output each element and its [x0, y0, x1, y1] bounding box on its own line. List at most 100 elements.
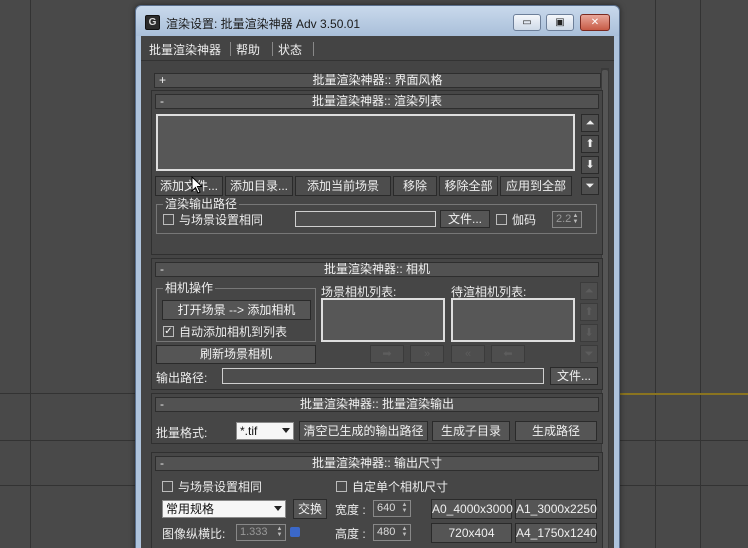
open-scene-add-camera-button[interactable]: 打开场景 --> 添加相机: [162, 300, 311, 320]
menu-status[interactable]: 状态: [278, 41, 302, 58]
render-list-panel: - 批量渲染神器:: 渲染列表 ⏶ ⬆ ⬇ ⏷ 添加文件... 添加目录... …: [151, 90, 603, 255]
move-down-icon[interactable]: ⬇: [580, 324, 598, 342]
same-as-scene-label: 与场景设置相同: [179, 213, 264, 227]
grid-line: [655, 0, 656, 548]
refresh-cameras-button[interactable]: 刷新场景相机: [156, 345, 316, 364]
dropdown-arrow-icon: [274, 506, 282, 511]
size-preset-select[interactable]: 常用规格: [162, 500, 286, 518]
move-bottom-icon[interactable]: ⏷: [580, 345, 598, 363]
gamma-value: 2.2: [556, 213, 572, 225]
custom-camera-size-checkbox[interactable]: [336, 481, 347, 492]
size-same-as-scene-label: 与场景设置相同: [178, 480, 263, 494]
width-spinner[interactable]: 640 ▲ ▼: [373, 500, 411, 517]
output-path-group: 渲染输出路径 与场景设置相同 文件... 伽码 2.2 ▲ ▼: [156, 197, 597, 234]
batch-format-value: *.tif: [240, 424, 258, 438]
menu-batch-renderer[interactable]: 批量渲染神器: [149, 41, 221, 58]
rollout-camera[interactable]: - 批量渲染神器:: 相机: [155, 262, 599, 277]
remove-all-button[interactable]: 移除全部: [439, 176, 498, 196]
height-label: 高度 :: [335, 527, 366, 541]
add-right-icon[interactable]: ➡: [370, 345, 404, 363]
rollout-title: 批量渲染神器:: 渲染列表: [311, 94, 442, 108]
preset-720x404-button[interactable]: 720x404: [431, 523, 512, 543]
window-title: 渲染设置: 批量渲染神器 Adv 3.50.01: [166, 17, 361, 31]
aspect-ratio-value: 1.333: [240, 526, 268, 538]
gamma-label: 伽码: [512, 213, 537, 227]
grid-line: [30, 0, 31, 548]
camera-panel: - 批量渲染神器:: 相机 相机操作 打开场景 --> 添加相机 ✓ 自动添加相…: [151, 258, 603, 390]
spinner-arrows-icon[interactable]: ▲ ▼: [571, 213, 580, 226]
camera-ops-group: 相机操作 打开场景 --> 添加相机 ✓ 自动添加相机到列表: [156, 281, 316, 342]
close-button[interactable]: ✕: [580, 14, 610, 31]
move-up-icon[interactable]: ⬆: [581, 135, 599, 153]
rollout-batch-output[interactable]: - 批量渲染神器:: 批量渲染输出: [155, 397, 599, 412]
height-spinner[interactable]: 480 ▲ ▼: [373, 524, 411, 541]
apply-all-button[interactable]: 应用到全部: [500, 176, 572, 196]
rollout-title: 批量渲染神器:: 输出尺寸: [311, 456, 442, 470]
render-camera-list[interactable]: [451, 298, 575, 342]
custom-camera-size-label: 自定单个相机尺寸: [352, 480, 449, 494]
batch-output-panel: - 批量渲染神器:: 批量渲染输出 批量格式: *.tif 清空已生成的输出路径…: [151, 393, 603, 444]
size-preset-value: 常用规格: [166, 502, 215, 516]
batch-format-select[interactable]: *.tif: [236, 422, 294, 440]
remove-all-left-icon[interactable]: «: [451, 345, 485, 363]
clear-generated-paths-button[interactable]: 清空已生成的输出路径: [299, 421, 428, 441]
mouse-cursor-icon: [191, 176, 203, 194]
preset-a4-button[interactable]: A4_1750x1240: [515, 523, 597, 543]
render-settings-window: G 渲染设置: 批量渲染神器 Adv 3.50.01 ▭ ▣ ✕ 批量渲染神器 …: [135, 5, 620, 548]
move-up-icon[interactable]: ⬆: [580, 303, 598, 321]
remove-left-icon[interactable]: ⬅: [491, 345, 525, 363]
grid-line: [700, 0, 701, 548]
aspect-ratio-spinner[interactable]: 1.333 ▲ ▼: [236, 524, 286, 541]
menu-separator: [230, 42, 231, 56]
lock-aspect-icon[interactable]: [290, 527, 300, 537]
menu-help[interactable]: 帮助: [236, 41, 260, 58]
camera-output-path-label: 输出路径:: [156, 371, 208, 385]
title-bar[interactable]: G 渲染设置: 批量渲染神器 Adv 3.50.01 ▭ ▣ ✕: [136, 6, 619, 36]
output-file-button[interactable]: 文件...: [440, 210, 490, 228]
rollout-title: 批量渲染神器:: 批量渲染输出: [299, 397, 454, 411]
auto-add-camera-checkbox[interactable]: ✓: [163, 326, 174, 337]
add-folder-button[interactable]: 添加目录...: [225, 176, 293, 196]
generate-subdir-button[interactable]: 生成子目录: [432, 421, 510, 441]
swap-button[interactable]: 交换: [293, 499, 327, 519]
scene-camera-list[interactable]: [321, 298, 445, 342]
minimize-button[interactable]: ▭: [513, 14, 541, 31]
camera-output-path-field[interactable]: [222, 368, 544, 384]
dropdown-arrow-icon: [282, 428, 290, 433]
move-top-icon[interactable]: ⏶: [581, 114, 599, 132]
rollout-title: 批量渲染神器:: 相机: [323, 262, 430, 276]
move-top-icon[interactable]: ⏶: [580, 282, 598, 300]
rollout-render-list[interactable]: - 批量渲染神器:: 渲染列表: [155, 94, 599, 109]
auto-add-camera-label: 自动添加相机到列表: [179, 325, 288, 339]
preset-a0-button[interactable]: A0_4000x3000: [431, 499, 513, 519]
maximize-button[interactable]: ▣: [546, 14, 574, 31]
spinner-arrows-icon[interactable]: ▲ ▼: [400, 502, 409, 515]
height-value: 480: [377, 526, 396, 538]
move-bottom-icon[interactable]: ⏷: [581, 177, 599, 195]
preset-a1-button[interactable]: A1_3000x2250: [515, 499, 597, 519]
width-value: 640: [377, 502, 396, 514]
remove-button[interactable]: 移除: [393, 176, 437, 196]
generate-path-button[interactable]: 生成路径: [515, 421, 597, 441]
add-all-right-icon[interactable]: »: [410, 345, 444, 363]
spinner-arrows-icon[interactable]: ▲ ▼: [400, 526, 409, 539]
spinner-arrows-icon[interactable]: ▲ ▼: [275, 526, 284, 539]
rollout-title: 批量渲染神器:: 界面风格: [312, 73, 443, 87]
camera-ops-title: 相机操作: [163, 281, 216, 295]
rollout-output-size[interactable]: - 批量渲染神器:: 输出尺寸: [155, 456, 599, 471]
grid-line-highlight: [620, 393, 748, 395]
gamma-spinner[interactable]: 2.2 ▲ ▼: [552, 211, 582, 228]
add-file-button[interactable]: 添加文件...: [155, 176, 223, 196]
render-file-list[interactable]: [156, 114, 575, 171]
same-as-scene-checkbox[interactable]: [163, 214, 174, 225]
output-path-group-title: 渲染输出路径: [163, 197, 240, 211]
camera-output-file-button[interactable]: 文件...: [550, 367, 598, 385]
move-down-icon[interactable]: ⬇: [581, 156, 599, 174]
output-path-field[interactable]: [295, 211, 436, 227]
batch-format-label: 批量格式:: [156, 426, 208, 440]
rollout-ui-style[interactable]: + 批量渲染神器:: 界面风格: [154, 73, 601, 88]
size-same-as-scene-checkbox[interactable]: [162, 481, 173, 492]
gamma-checkbox[interactable]: [496, 214, 507, 225]
add-current-scene-button[interactable]: 添加当前场景: [295, 176, 391, 196]
app-icon: G: [145, 15, 160, 30]
